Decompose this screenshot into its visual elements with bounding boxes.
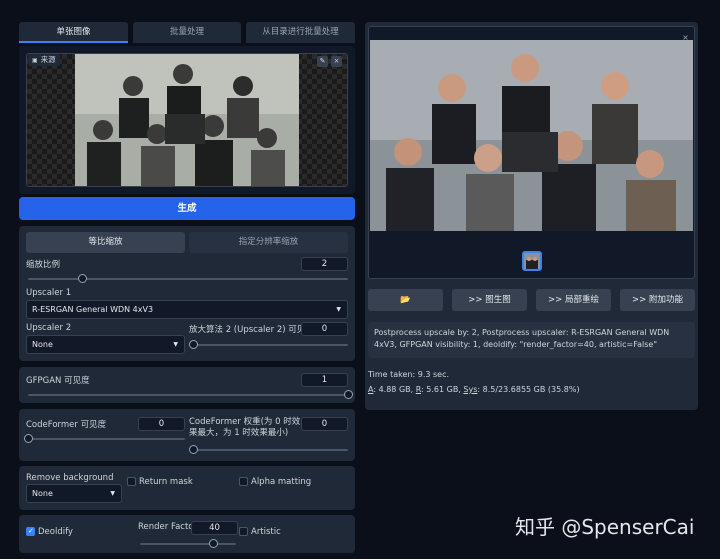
tab-scale-by[interactable]: 等比缩放 [26,232,185,253]
gfpgan-label: GFPGAN 可见度 [26,376,90,386]
gfpgan-panel: GFPGAN 可见度 1 [19,367,355,403]
output-gallery: × [368,26,695,279]
remove-background-select[interactable]: None ▼ [26,484,122,503]
generation-info: Postprocess upscale by: 2, Postprocess u… [368,322,695,358]
return-mask-label: Return mask [139,477,193,487]
tab-batch-process[interactable]: 批量处理 [133,22,241,43]
send-to-extras-button[interactable]: >> 附加功能 [620,289,695,311]
deoldify-checkbox[interactable] [26,527,35,536]
codeformer-weight-slider-track[interactable] [193,449,348,451]
upscaler2-visibility-slider-track[interactable] [193,344,348,346]
codeformer-visibility-slider-track[interactable] [28,438,185,440]
upscaler2-select[interactable]: None ▼ [26,335,185,354]
upscaler1-select[interactable]: R-ESRGAN General WDN 4xV3 ▼ [26,300,348,319]
chevron-down-icon: ▼ [336,306,341,313]
upscaler2-visibility-label: 放大算法 2 (Upscaler 2) 可见度 [189,325,314,335]
tab-batch-from-directory[interactable]: 从目录进行批量处理 [246,22,355,43]
open-folder-button[interactable]: 📂 [368,289,443,311]
thumbnail-photo [524,253,540,269]
render-factor-slider-track[interactable] [140,543,236,545]
codeformer-visibility-label: CodeFormer 可见度 [26,420,107,430]
codeformer-weight-label: CodeFormer 权重(为 0 时效果最大，为 1 时效果最小) [189,417,301,438]
deoldify-panel: Deoldify Render Factor 40 Artistic [19,515,355,553]
alpha-matting-checkbox[interactable] [239,477,248,486]
codeformer-panel: CodeFormer 可见度 0 CodeFormer 权重(为 0 时效果最大… [19,409,355,461]
memory-stats: A: 4.88 GB, R: 5.61 GB, Sys: 8.5/23.6855… [368,385,580,394]
scale-number-input[interactable]: 2 [301,257,348,271]
time-taken: Time taken: 9.3 sec. [368,370,450,379]
tab-single-image[interactable]: 单张图像 [19,22,128,43]
upscaler2-label: Upscaler 2 [26,323,72,333]
upscaler2-visibility-slider-thumb[interactable] [188,340,198,349]
gallery-thumbnail[interactable] [522,251,542,271]
edit-icon[interactable]: ✎ [317,56,328,67]
watermark: 知乎 @SpenserCai [515,515,695,539]
remove-background-panel: Remove background None ▼ Return mask Alp… [19,466,355,510]
upscaler2-visibility-input[interactable]: 0 [301,322,348,336]
chevron-down-icon: ▼ [110,490,115,497]
codeformer-visibility-input[interactable]: 0 [138,417,185,431]
send-to-img2img-button[interactable]: >> 图生图 [452,289,527,311]
remove-background-label: Remove background [26,473,114,483]
close-icon[interactable]: × [680,32,691,43]
gfpgan-input[interactable]: 1 [301,373,348,387]
chevron-down-icon: ▼ [173,341,178,348]
tab-scale-to[interactable]: 指定分辨率缩放 [189,232,348,253]
return-mask-checkbox[interactable] [127,477,136,486]
codeformer-weight-slider-thumb[interactable] [188,445,198,454]
gfpgan-slider-thumb[interactable] [343,390,353,399]
source-image-panel: ▣ 来源 ✎ × [19,46,355,194]
scale-slider-thumb[interactable] [77,274,87,283]
deoldify-label: Deoldify [38,527,73,537]
gfpgan-slider-track[interactable] [28,394,348,396]
source-label: ▣ 来源 [28,54,60,66]
scale-label: 缩放比例 [26,260,61,270]
render-factor-label: Render Factor [138,522,197,532]
folder-icon: 📂 [400,295,411,305]
source-image-area[interactable] [26,53,348,187]
codeformer-weight-input[interactable]: 0 [301,417,348,431]
scale-panel: 等比缩放 指定分辨率缩放 缩放比例 2 Upscaler 1 R-ESRGAN … [19,226,355,361]
scale-slider-track[interactable] [28,278,348,280]
image-icon: ▣ [32,57,38,64]
output-panel: × 📂 >> 图生图 >> 局部重绘 >> 附加功能 Postprocess u… [365,22,698,410]
render-factor-slider-thumb[interactable] [209,539,219,548]
generate-button[interactable]: 生成 [19,197,355,220]
source-photo [75,54,299,186]
codeformer-visibility-slider-thumb[interactable] [23,434,33,443]
render-factor-input[interactable]: 40 [191,521,238,535]
artistic-checkbox[interactable] [239,527,248,536]
upscaler1-label: Upscaler 1 [26,288,72,298]
close-icon[interactable]: × [331,56,342,67]
output-photo[interactable] [370,40,693,231]
send-to-inpaint-button[interactable]: >> 局部重绘 [536,289,611,311]
alpha-matting-label: Alpha matting [251,477,312,487]
artistic-label: Artistic [251,527,281,537]
